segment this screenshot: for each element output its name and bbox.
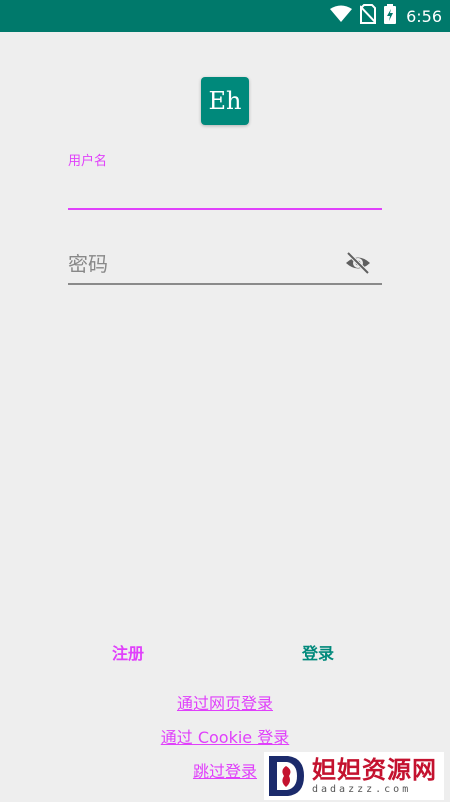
password-visibility-toggle[interactable] xyxy=(344,251,372,279)
eye-off-icon xyxy=(344,251,372,279)
status-bar: 6:56 xyxy=(0,0,450,32)
watermark-subtitle: dadazzz.com xyxy=(312,784,412,795)
password-field xyxy=(68,245,382,285)
app-logo-text: Eh xyxy=(208,87,242,115)
cookie-login-link-row: 通过 Cookie 登录 xyxy=(0,724,450,748)
watermark: 妲妲资源网 dadazzz.com xyxy=(264,752,444,800)
password-input[interactable] xyxy=(68,245,338,283)
register-button[interactable]: 注册 xyxy=(106,640,150,668)
web-login-link[interactable]: 通过网页登录 xyxy=(177,694,273,713)
battery-charging-icon xyxy=(384,4,397,28)
app-logo: Eh xyxy=(201,77,249,125)
login-button[interactable]: 登录 xyxy=(296,640,340,668)
watermark-text: 妲妲资源网 dadazzz.com xyxy=(312,756,437,796)
status-icons: 6:56 xyxy=(330,0,442,32)
watermark-logo-icon xyxy=(266,754,306,798)
skip-login-link[interactable]: 跳过登录 xyxy=(193,762,257,781)
web-login-link-row: 通过网页登录 xyxy=(0,690,450,714)
username-input[interactable] xyxy=(68,170,382,210)
cookie-login-link[interactable]: 通过 Cookie 登录 xyxy=(161,728,289,747)
watermark-title: 妲妲资源网 xyxy=(312,756,437,784)
username-label: 用户名 xyxy=(68,154,108,169)
wifi-icon xyxy=(330,5,353,27)
no-sim-icon xyxy=(359,4,377,28)
status-time: 6:56 xyxy=(406,6,442,26)
